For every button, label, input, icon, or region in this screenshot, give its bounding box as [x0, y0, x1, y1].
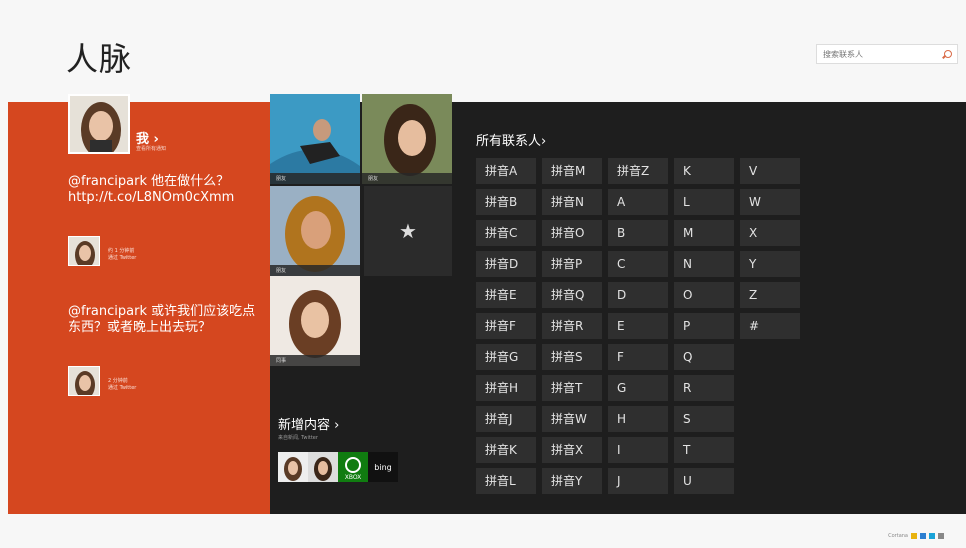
tile-caption: 朋友	[270, 173, 360, 184]
index-item[interactable]: Y	[740, 251, 800, 277]
avatar[interactable]	[308, 452, 338, 482]
index-item[interactable]: 拼音X	[542, 437, 602, 463]
index-item[interactable]: #	[740, 313, 800, 339]
post-source: 通过 Twitter	[108, 255, 137, 261]
index-item[interactable]: A	[608, 189, 668, 215]
post-text[interactable]: @francipark 他在做什么？ http://t.co/L8NOm0cXm…	[68, 174, 258, 206]
index-item[interactable]: L	[674, 189, 734, 215]
people-app: 人脉 我 › 查看所有通知 @francipark 他在做什么？ http://…	[0, 0, 966, 548]
search-box[interactable]	[816, 44, 958, 64]
all-contacts-link[interactable]: 所有联系人›	[476, 130, 546, 149]
cortana-label[interactable]: Cortana	[888, 533, 908, 539]
index-item[interactable]: N	[674, 251, 734, 277]
index-item[interactable]: U	[674, 468, 734, 494]
me-panel: 我 › 查看所有通知 @francipark 他在做什么？ http://t.c…	[8, 94, 270, 514]
app-icon[interactable]	[929, 533, 935, 539]
index-item[interactable]: J	[608, 468, 668, 494]
index-item[interactable]: 拼音D	[476, 251, 536, 277]
index-item[interactable]: 拼音Z	[608, 158, 668, 184]
new-content-subtitle: 来自新闻, Twitter	[278, 435, 318, 441]
post-text[interactable]: @francipark 或许我们应该吃点东西？或者晚上出去玩？	[68, 304, 258, 336]
post-meta: 约 1 分钟前 通过 Twitter	[108, 248, 136, 262]
svg-text:XBOX: XBOX	[345, 474, 362, 481]
tile-caption: 朋友	[270, 265, 360, 276]
index-item[interactable]: 拼音T	[542, 375, 602, 401]
index-item[interactable]: 拼音P	[542, 251, 602, 277]
index-item[interactable]: 拼音H	[476, 375, 536, 401]
contact-tile[interactable]: 朋友	[362, 94, 452, 184]
index-item[interactable]: V	[740, 158, 800, 184]
index-item[interactable]: G	[608, 375, 668, 401]
system-tray: Cortana	[888, 533, 944, 539]
index-item[interactable]: 拼音W	[542, 406, 602, 432]
index-item[interactable]: 拼音M	[542, 158, 602, 184]
tile-caption: 同事	[270, 355, 360, 366]
index-item[interactable]: 拼音E	[476, 282, 536, 308]
index-item[interactable]: E	[608, 313, 668, 339]
index-item[interactable]: 拼音N	[542, 189, 602, 215]
contact-tile[interactable]: 朋友	[270, 94, 360, 184]
index-item[interactable]: P	[674, 313, 734, 339]
svg-text:bing: bing	[374, 463, 391, 472]
me-avatar[interactable]	[68, 94, 130, 154]
index-item[interactable]: H	[608, 406, 668, 432]
index-item[interactable]: C	[608, 251, 668, 277]
app-icon[interactable]	[938, 533, 944, 539]
index-item[interactable]: K	[674, 158, 734, 184]
index-item[interactable]: 拼音B	[476, 189, 536, 215]
post-meta: 2 分钟前 通过 Twitter	[108, 378, 136, 392]
index-item[interactable]: 拼音S	[542, 344, 602, 370]
bing-icon[interactable]: bing	[368, 452, 398, 482]
index-item[interactable]: S	[674, 406, 734, 432]
index-item[interactable]: 拼音K	[476, 437, 536, 463]
index-item[interactable]: 拼音L	[476, 468, 536, 494]
index-item[interactable]: 拼音Y	[542, 468, 602, 494]
post-source: 通过 Twitter	[108, 385, 137, 391]
post-time: 2 分钟前	[108, 378, 128, 384]
index-item[interactable]: M	[674, 220, 734, 246]
me-subtitle: 查看所有通知	[136, 146, 167, 152]
avatar[interactable]	[278, 452, 308, 482]
index-item[interactable]: 拼音O	[542, 220, 602, 246]
index-item[interactable]: 拼音G	[476, 344, 536, 370]
index-item[interactable]: 拼音C	[476, 220, 536, 246]
index-item[interactable]: O	[674, 282, 734, 308]
index-item[interactable]: X	[740, 220, 800, 246]
taskbar	[0, 514, 966, 548]
post-time: 约 1 分钟前	[108, 248, 135, 254]
avatar[interactable]	[68, 366, 100, 396]
index-item[interactable]: 拼音Q	[542, 282, 602, 308]
index-item[interactable]: I	[608, 437, 668, 463]
index-item[interactable]: T	[674, 437, 734, 463]
index-item[interactable]: F	[608, 344, 668, 370]
index-item[interactable]: Q	[674, 344, 734, 370]
search-icon[interactable]	[942, 49, 952, 59]
contact-tile[interactable]: 同事	[270, 276, 360, 366]
contact-tile[interactable]: 朋友	[270, 186, 360, 276]
index-item[interactable]: 拼音F	[476, 313, 536, 339]
tile-caption: 朋友	[362, 173, 452, 184]
index-item[interactable]: 拼音A	[476, 158, 536, 184]
xbox-icon[interactable]: XBOX	[338, 452, 368, 482]
index-item[interactable]: W	[740, 189, 800, 215]
app-icon[interactable]	[920, 533, 926, 539]
star-icon: ★	[399, 219, 417, 243]
index-item[interactable]: D	[608, 282, 668, 308]
search-input[interactable]	[823, 49, 933, 59]
favorite-star-tile[interactable]: ★	[364, 186, 452, 276]
avatar[interactable]	[68, 236, 100, 266]
app-icon[interactable]	[911, 533, 917, 539]
page-title: 人脉	[66, 40, 133, 78]
index-item[interactable]: B	[608, 220, 668, 246]
index-item[interactable]: Z	[740, 282, 800, 308]
index-item[interactable]: 拼音R	[542, 313, 602, 339]
index-item[interactable]: 拼音J	[476, 406, 536, 432]
new-content-thumbnails: XBOX bing	[278, 452, 398, 482]
index-item[interactable]: R	[674, 375, 734, 401]
new-content-link[interactable]: 新增内容 ›	[278, 414, 339, 433]
